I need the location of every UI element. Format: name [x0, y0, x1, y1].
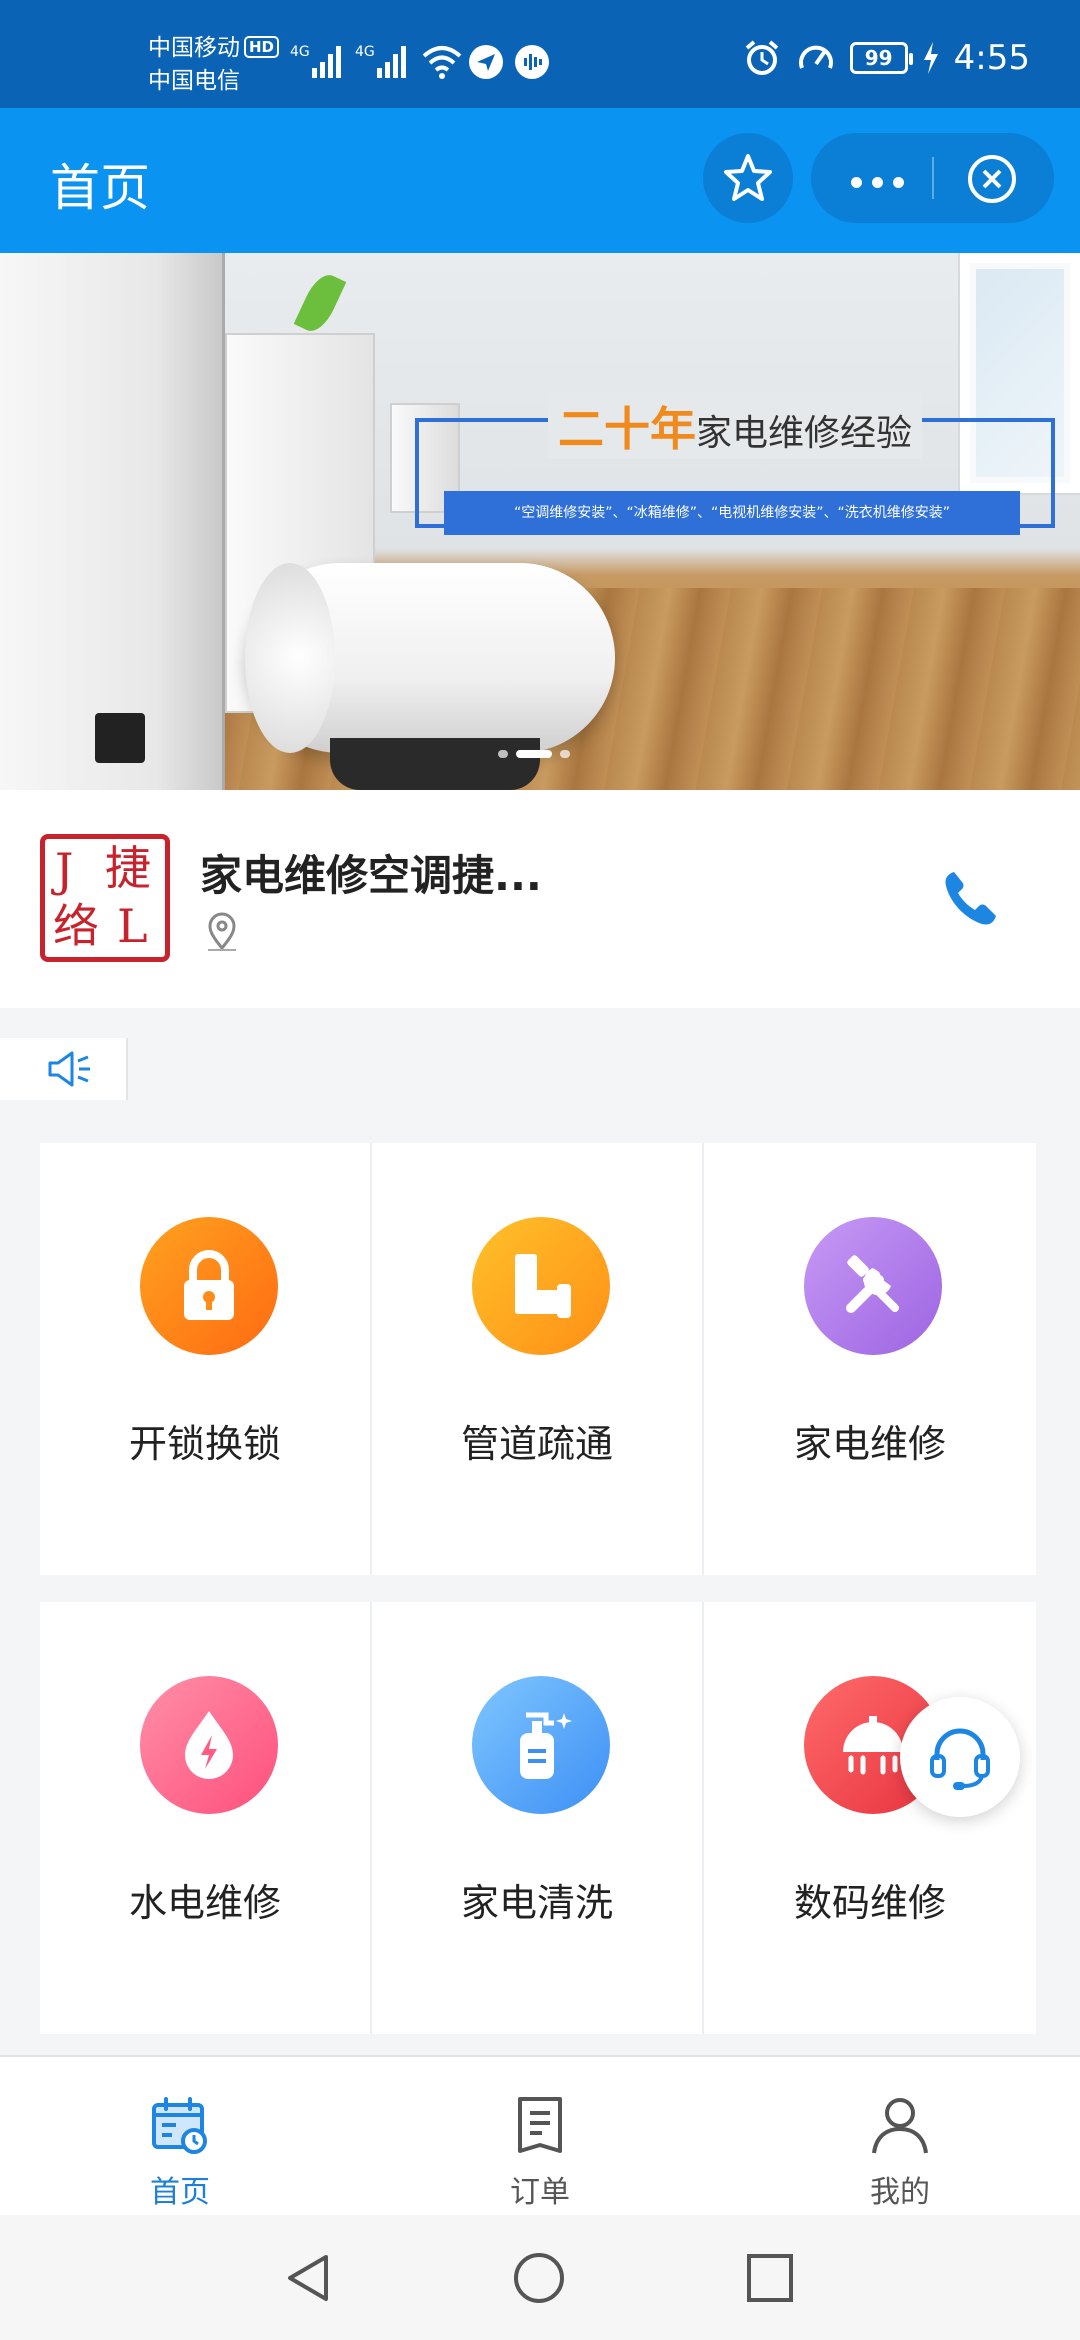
wifi-icon [422, 46, 462, 79]
soap-bottle-icon [472, 1676, 610, 1814]
carousel-dot-active[interactable] [516, 750, 552, 758]
shop-logo: J 捷 络 L [40, 834, 170, 962]
promo-banner[interactable]: 二十年家电维修经验 “空调维修安装”、“冰箱维修”、“电视机维修安装”、“洗衣机… [0, 253, 1080, 790]
location-icon[interactable] [200, 910, 244, 954]
favorite-button[interactable] [703, 133, 793, 223]
carousel-dots [498, 750, 570, 758]
more-button[interactable] [851, 173, 914, 192]
charging-icon [923, 42, 938, 74]
network-2-label: 4G [355, 44, 375, 60]
status-bar: 中国移动 HD 中国电信 4G 4G 99 4:55 [0, 0, 1080, 108]
banner-headline-rest: 家电维修经验 [696, 413, 913, 454]
banner-leaf [293, 269, 347, 337]
system-nav-bar [0, 2215, 1080, 2340]
tab-label: 首页 [150, 2175, 210, 2210]
tab-bar: 首页 订单 我的 [0, 2055, 1080, 2215]
service-label: 开锁换锁 [128, 1422, 281, 1466]
logo-char: L [117, 899, 148, 953]
tab-profile[interactable]: 我的 [720, 2057, 1080, 2215]
signal-2-icon: 4G [355, 44, 406, 78]
tab-label: 我的 [870, 2175, 930, 2210]
service-item-water-electric[interactable]: 水电维修 [40, 1602, 372, 2034]
status-right: 99 4:55 [742, 38, 1030, 78]
service-label: 家电清洗 [460, 1881, 613, 1925]
calendar-icon [152, 2097, 207, 2154]
tab-label: 订单 [510, 2175, 570, 2210]
notice-bar[interactable] [0, 1038, 128, 1100]
carrier-info: 中国移动 HD 中国电信 [148, 32, 280, 98]
banner-tank-heater [245, 563, 615, 753]
carrier-1: 中国移动 [148, 35, 240, 61]
service-label: 家电维修 [793, 1422, 946, 1466]
order-icon [518, 2097, 562, 2153]
recents-icon[interactable] [744, 2251, 796, 2305]
service-grid: 开锁换锁 管道疏通 家电维修 水电维修 家电清洗 数码维修 [40, 1143, 1036, 2061]
back-icon[interactable] [282, 2251, 334, 2305]
service-item-unlock[interactable]: 开锁换锁 [40, 1143, 372, 1575]
mini-program-capsule [811, 133, 1054, 223]
banner-headline-highlight: 二十年 [558, 402, 696, 456]
speed-icon [798, 45, 833, 69]
customer-service-button[interactable] [900, 1697, 1020, 1817]
shop-name: 家电维修空调捷... [200, 851, 542, 900]
logo-char: 络 [53, 899, 99, 953]
service-item-digital-repair[interactable]: 数码维修 [704, 1602, 1036, 2034]
service-label: 水电维修 [128, 1881, 281, 1925]
network-1-label: 4G [290, 44, 310, 60]
send-status-icon [469, 45, 503, 79]
app-header: 首页 [0, 108, 1080, 253]
carrier-2: 中国电信 [148, 68, 240, 94]
service-row: 开锁换锁 管道疏通 家电维修 [40, 1143, 1036, 1575]
tab-home[interactable]: 首页 [0, 2057, 360, 2215]
banner-heater-base [330, 738, 540, 790]
signal-1-icon: 4G [290, 44, 341, 78]
service-row: 水电维修 家电清洗 数码维修 [40, 1602, 1036, 2034]
user-icon [872, 2098, 928, 2154]
service-label: 管道疏通 [460, 1422, 613, 1466]
banner-headline: 二十年家电维修经验 [548, 393, 923, 459]
service-item-pipe[interactable]: 管道疏通 [372, 1143, 704, 1575]
battery-indicator: 99 [849, 42, 913, 74]
banner-tags: “空调维修安装”、“冰箱维修”、“电视机维修安装”、“洗衣机维修安装” [444, 491, 1020, 535]
shop-card[interactable]: J 捷 络 L 家电维修空调捷... [0, 790, 1080, 1008]
lock-icon [140, 1217, 278, 1355]
headset-icon [930, 1728, 990, 1790]
service-item-appliance-cleaning[interactable]: 家电清洗 [372, 1602, 704, 2034]
page-title: 首页 [50, 159, 150, 217]
pipe-icon [472, 1217, 610, 1355]
banner-water-heater [0, 253, 225, 790]
star-icon [724, 154, 772, 201]
service-item-appliance-repair[interactable]: 家电维修 [704, 1143, 1036, 1575]
home-icon[interactable] [512, 2251, 566, 2305]
carousel-dot[interactable] [560, 750, 570, 758]
carousel-dot[interactable] [498, 750, 508, 758]
alarm-icon [745, 40, 778, 75]
hd-badge: HD [244, 36, 280, 58]
clock: 4:55 [953, 38, 1030, 78]
speaker-icon [48, 1051, 90, 1087]
logo-char: J [55, 843, 74, 897]
logo-char: 捷 [105, 841, 151, 895]
tab-orders[interactable]: 订单 [360, 2057, 720, 2215]
audio-status-icon [515, 45, 549, 79]
tools-icon [804, 1217, 942, 1355]
water-electric-icon [140, 1676, 278, 1814]
close-icon[interactable] [966, 153, 1018, 205]
service-label: 数码维修 [793, 1881, 946, 1925]
capsule-divider [932, 157, 934, 199]
phone-icon[interactable] [938, 866, 1002, 930]
